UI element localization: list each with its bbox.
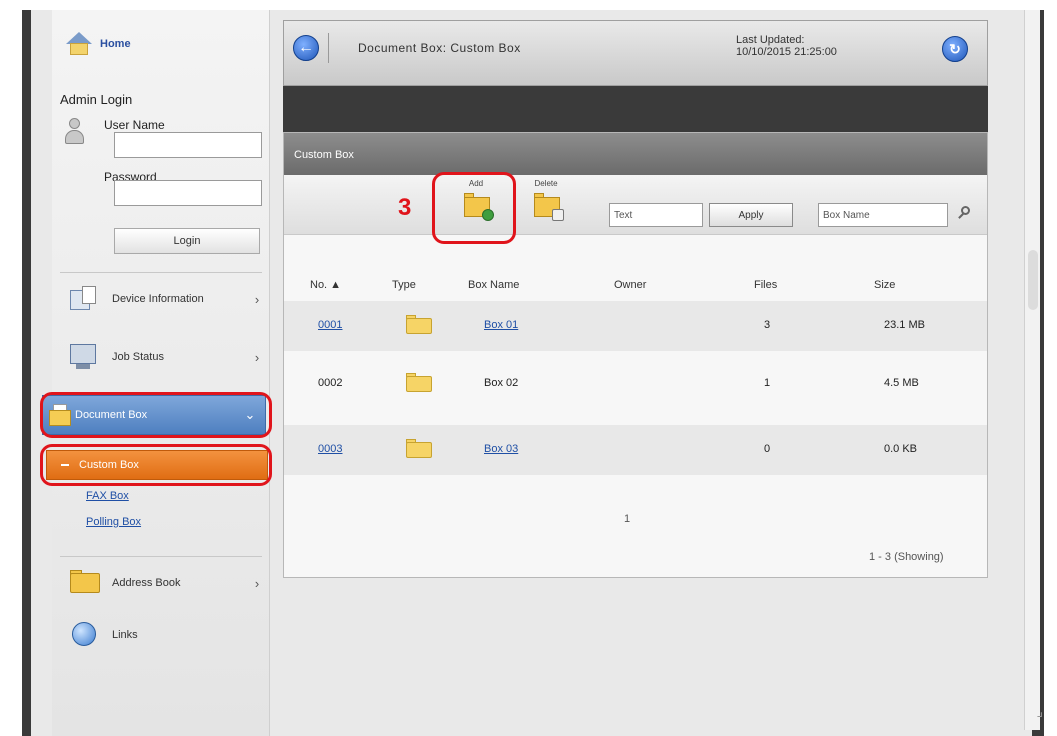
sidebar-item-device-information[interactable]: Device Information › [68, 282, 264, 316]
item-count: 1 - 3 (Showing) [869, 551, 944, 563]
box-number: 0002 [318, 377, 343, 389]
last-updated-value: 10/10/2015 21:25:00 [736, 46, 837, 58]
folder-icon [406, 371, 434, 393]
user-name-label: User Name [104, 118, 165, 132]
chevron-right-icon: › [254, 575, 260, 591]
header-shadow-bar [283, 86, 988, 134]
sidebar-item-links[interactable]: Links [68, 618, 264, 652]
last-updated: Last Updated: 10/10/2015 21:25:00 [736, 34, 837, 58]
trash-badge-icon [552, 209, 564, 221]
size-cell: 4.5 MB [884, 377, 919, 389]
password-input[interactable] [114, 180, 262, 206]
sidebar-item-polling-box[interactable]: Polling Box [86, 516, 141, 528]
box-name-link[interactable]: Box 03 [484, 443, 518, 455]
user-icon [64, 118, 84, 146]
sidebar-item-label: Address Book [112, 577, 181, 589]
vertical-scrollbar[interactable] [1024, 10, 1040, 730]
sidebar-item-fax-box[interactable]: FAX Box [86, 490, 129, 502]
sidebar-divider [60, 272, 262, 273]
apply-button[interactable]: Apply [709, 203, 793, 227]
sidebar-item-job-status[interactable]: Job Status › [68, 340, 264, 374]
callout-highlight-1 [40, 392, 272, 438]
page-title: Document Box: Custom Box [358, 41, 521, 55]
login-button[interactable]: Login [114, 228, 260, 254]
folder-icon [406, 437, 434, 459]
column-header-files: Files [754, 279, 778, 291]
refresh-icon[interactable]: ↻ [942, 36, 968, 62]
box-number-link[interactable]: 0003 [318, 443, 342, 455]
home-label: Home [100, 38, 131, 50]
table-row: 0001 Box 01 3 23.1 MB [284, 301, 987, 351]
files-cell: 3 [764, 319, 771, 331]
box-name: Box 02 [484, 377, 519, 389]
sidebar-divider [60, 556, 262, 557]
globe-icon [68, 620, 108, 650]
delete-label: Delete [534, 179, 558, 188]
job-status-icon [68, 342, 108, 372]
column-header-type: Type [392, 279, 416, 291]
user-name-input[interactable] [114, 132, 262, 158]
sidebar: Home Admin Login User Name Password Logi… [52, 10, 270, 736]
callout-highlight-2 [40, 444, 272, 486]
header-bar: ← Document Box: Custom Box Last Updated:… [283, 20, 988, 86]
box-name-link[interactable]: Box 01 [484, 319, 518, 331]
page-number[interactable]: 1 [624, 513, 630, 525]
files-cell: 1 [764, 377, 771, 389]
delete-box-button[interactable]: Delete [526, 179, 566, 229]
column-header-no[interactable]: No. ▲ [310, 279, 341, 291]
scrollbar-thumb[interactable] [1028, 250, 1038, 310]
admin-login-title: Admin Login [60, 92, 133, 107]
search-icon[interactable] [956, 205, 972, 223]
panel-title: Custom Box [284, 133, 987, 175]
custom-box-panel: Custom Box Add Delete Apply No. ▲ Type B… [283, 132, 988, 578]
home-link[interactable]: Home [64, 32, 131, 56]
filter-text-input[interactable] [609, 203, 703, 227]
device-info-icon [68, 284, 108, 314]
address-book-icon [68, 568, 108, 598]
table-row: 0002 Box 02 1 4.5 MB [284, 359, 987, 409]
chevron-right-icon: › [254, 349, 260, 365]
box-number-link[interactable]: 0001 [318, 319, 342, 331]
files-cell: 0 [764, 443, 771, 455]
sidebar-item-label: Device Information [112, 293, 204, 305]
table-row: 0003 Box 03 0 0.0 KB [284, 425, 987, 475]
size-cell: 0.0 KB [884, 443, 918, 455]
box-name-search-input[interactable] [818, 203, 948, 227]
size-cell: 23.1 MB [884, 319, 925, 331]
chevron-right-icon: › [254, 291, 260, 307]
folder-icon [406, 313, 434, 335]
column-header-size: Size [874, 279, 896, 291]
last-updated-label: Last Updated: [736, 34, 805, 46]
sidebar-item-label: Job Status [112, 351, 164, 363]
sidebar-item-address-book[interactable]: Address Book › [68, 566, 264, 600]
sidebar-item-label: Links [112, 629, 138, 641]
home-icon [64, 32, 94, 56]
column-header-owner[interactable]: Owner [614, 279, 646, 291]
callout-number-3: 3 [398, 194, 412, 221]
header-divider [328, 33, 329, 63]
column-header-box-name[interactable]: Box Name [468, 279, 519, 291]
callout-highlight-3 [432, 172, 516, 244]
back-arrow-icon[interactable]: ← [293, 35, 319, 61]
table-header: No. ▲ Type Box Name Owner Files Size [284, 271, 987, 301]
resize-grip-icon[interactable]: ⌟ [1036, 703, 1043, 720]
